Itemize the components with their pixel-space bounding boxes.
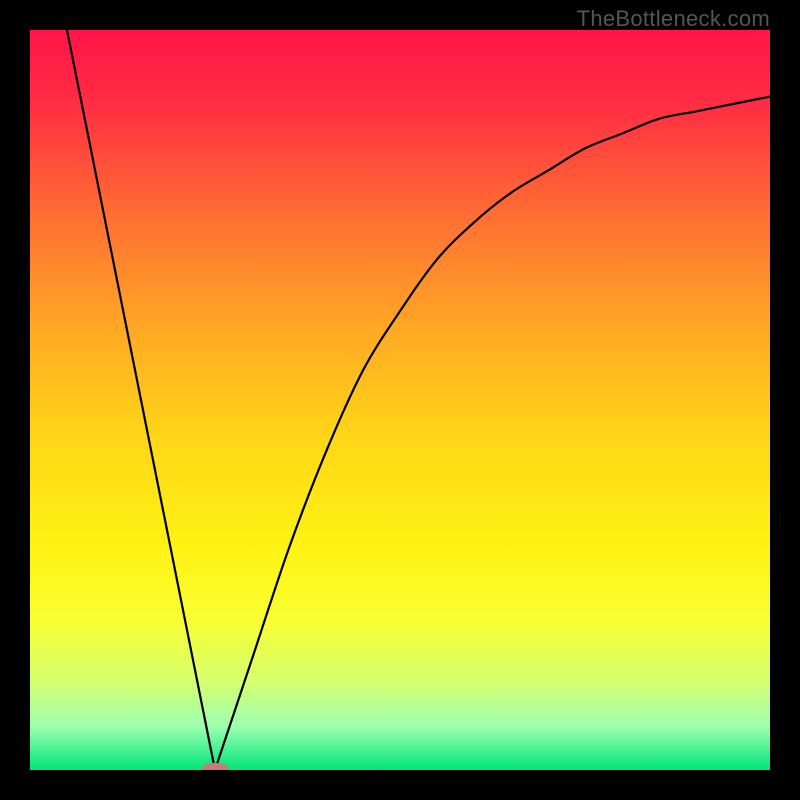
chart-frame: TheBottleneck.com: [0, 0, 800, 800]
watermark-text: TheBottleneck.com: [577, 6, 770, 32]
minimum-marker: [202, 763, 228, 770]
plot-area: [30, 30, 770, 770]
data-curve: [30, 30, 770, 770]
